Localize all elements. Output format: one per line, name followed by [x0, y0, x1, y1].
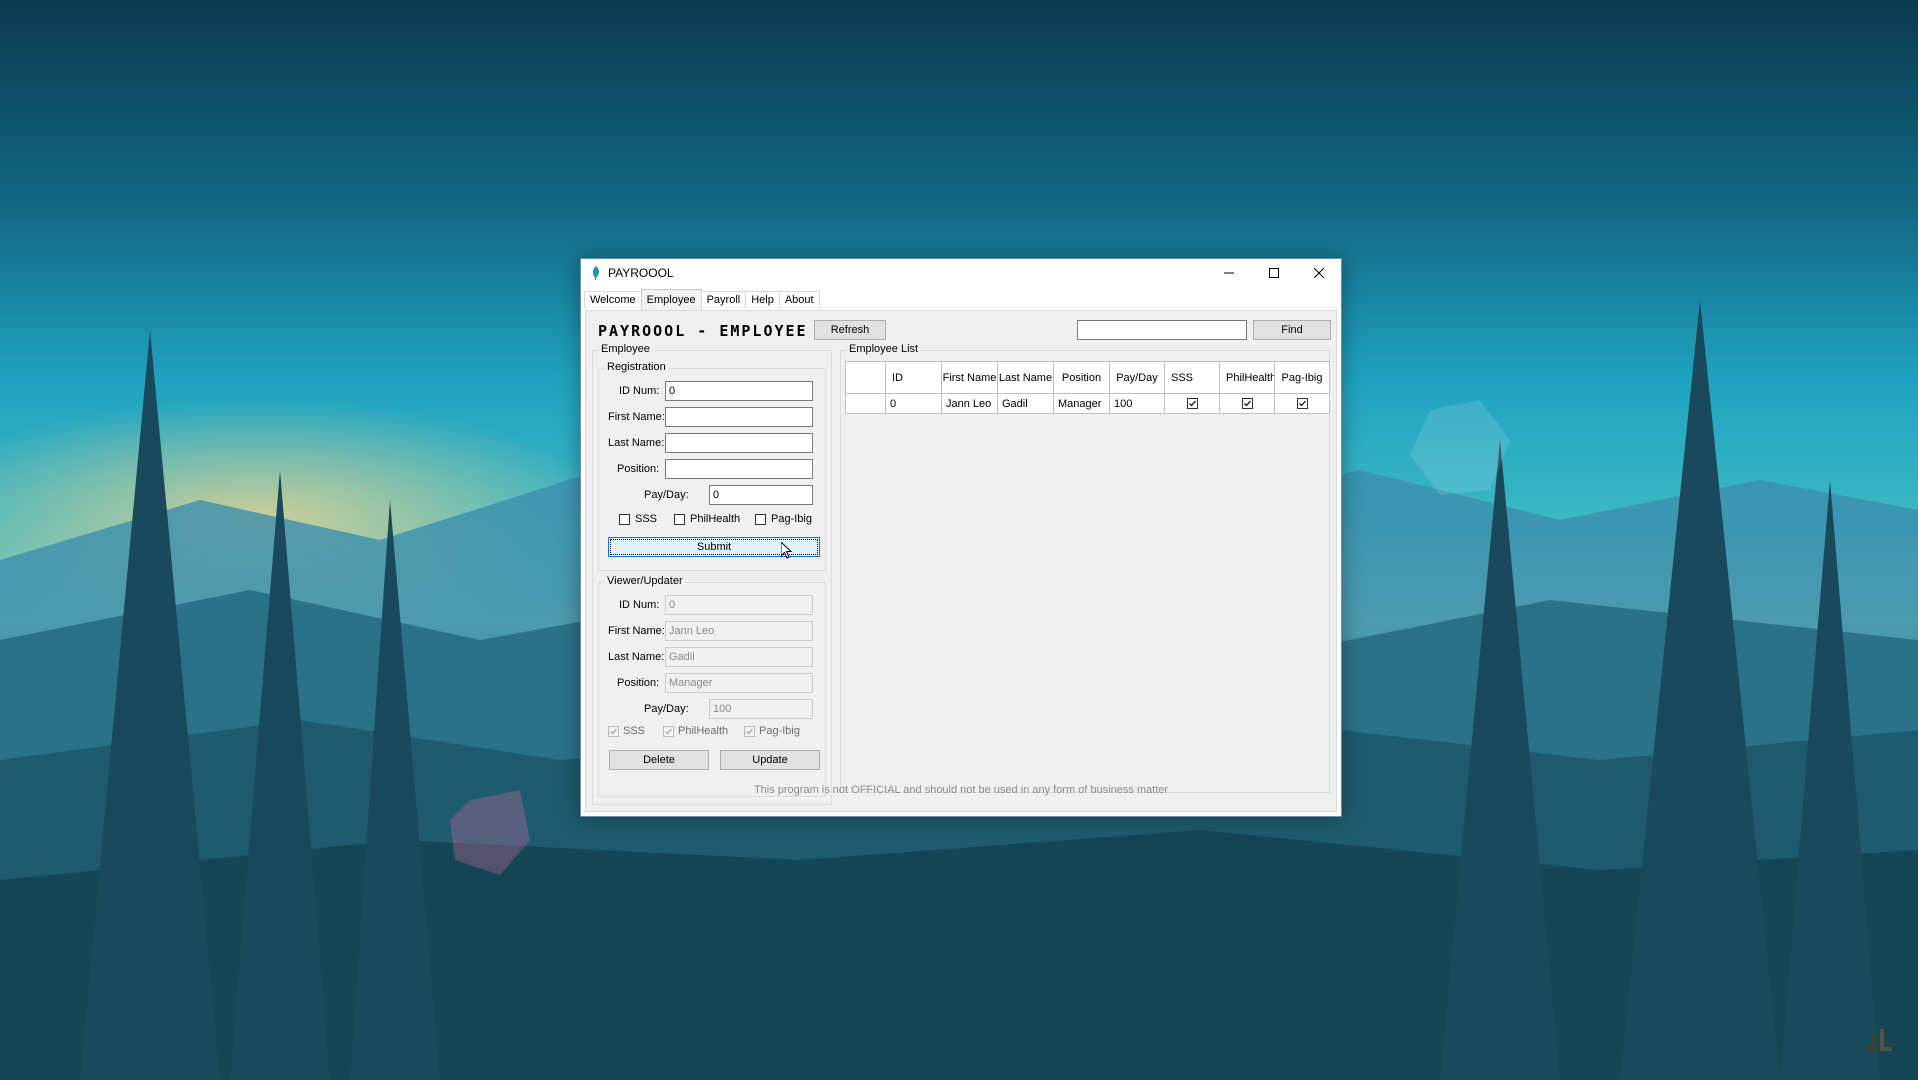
view-last-input	[665, 647, 813, 667]
cell-first-name[interactable]: Jann Leo	[942, 394, 998, 414]
viewer-legend: Viewer/Updater	[605, 575, 685, 587]
reg-pagibig-label: Pag-Ibig	[771, 513, 812, 525]
check-icon	[1243, 400, 1251, 407]
employee-tab-content: PAYROOOL - EMPLOYEE Refresh Find Employe…	[585, 310, 1337, 812]
check-icon	[1188, 400, 1196, 407]
tab-welcome[interactable]: Welcome	[584, 291, 642, 309]
reg-pay-input[interactable]	[709, 485, 813, 505]
cell-pagibig[interactable]	[1275, 394, 1330, 414]
search-input[interactable]	[1077, 320, 1247, 340]
close-button[interactable]	[1296, 259, 1341, 287]
grid-header-pagibig[interactable]: Pag-Ibig	[1275, 362, 1330, 394]
check-icon	[665, 728, 672, 735]
page-title: PAYROOOL - EMPLOYEE	[598, 322, 808, 340]
footer-disclaimer: This program is not OFFICIAL and should …	[753, 784, 1169, 796]
view-pay-input	[709, 699, 813, 719]
reg-last-label: Last Name:	[608, 437, 665, 449]
cell-position[interactable]: Manager	[1054, 394, 1110, 414]
app-feather-icon	[592, 266, 599, 280]
check-icon	[610, 728, 617, 735]
view-sss-label: SSS	[623, 725, 646, 737]
payroll-window: PAYROOOL Welcome Employee Payroll Help A…	[580, 258, 1342, 817]
tab-payroll[interactable]: Payroll	[700, 291, 747, 309]
tab-about[interactable]: About	[778, 291, 820, 309]
view-pay-label: Pay/Day:	[644, 703, 689, 715]
view-pagibig-checkbox	[744, 726, 755, 737]
cell-philhealth[interactable]	[1220, 394, 1275, 414]
update-button[interactable]: Update	[720, 750, 820, 770]
grid-header-id[interactable]: ID	[886, 362, 942, 394]
window-controls	[1206, 259, 1341, 287]
reg-first-input[interactable]	[665, 407, 813, 427]
delete-button[interactable]: Delete	[609, 750, 709, 770]
refresh-button[interactable]: Refresh	[814, 320, 886, 340]
close-icon	[1313, 268, 1324, 278]
grid-header-last-name[interactable]: Last Name	[998, 362, 1054, 394]
maximize-icon	[1268, 268, 1279, 278]
reg-last-input[interactable]	[665, 433, 813, 453]
registration-group: Registration ID Num: First Name: Last Na…	[598, 361, 826, 571]
employee-list-legend: Employee List	[847, 343, 921, 355]
mouse-cursor-icon	[781, 542, 793, 559]
grid-header-first-name[interactable]: First Name	[942, 362, 998, 394]
view-last-label: Last Name:	[608, 651, 665, 663]
cell-id[interactable]: 0	[886, 394, 942, 414]
minimize-icon	[1223, 272, 1234, 274]
view-philhealth-checkbox	[663, 726, 674, 737]
viewer-updater-group: Viewer/Updater ID Num: First Name: Last …	[598, 575, 826, 797]
corner-watermark-icon	[1866, 1029, 1892, 1051]
view-first-label: First Name:	[608, 625, 665, 637]
view-id-label: ID Num:	[619, 599, 660, 611]
reg-id-input[interactable]	[665, 381, 813, 401]
cell-philhealth-checkbox[interactable]	[1241, 398, 1253, 409]
employee-group-legend: Employee	[599, 343, 652, 355]
table-row[interactable]: 0 Jann Leo Gadil Manager 100	[845, 394, 1330, 414]
employee-list-group: Employee List ID First Name Last Name Po…	[840, 343, 1330, 793]
registration-legend: Registration	[605, 361, 668, 373]
cell-sss[interactable]	[1165, 394, 1220, 414]
title-bar[interactable]: PAYROOOL	[581, 259, 1341, 287]
cell-sss-checkbox[interactable]	[1186, 398, 1198, 409]
reg-position-input[interactable]	[665, 459, 813, 479]
view-position-label: Position:	[617, 677, 660, 689]
reg-position-label: Position:	[617, 463, 660, 475]
reg-pagibig-checkbox[interactable]	[755, 514, 766, 525]
reg-philhealth-label: PhilHealth	[690, 513, 741, 525]
row-selector[interactable]	[846, 394, 886, 414]
reg-pay-label: Pay/Day:	[644, 489, 689, 501]
grid-header-philhealth[interactable]: PhilHealth	[1220, 362, 1275, 394]
tab-bar: Welcome Employee Payroll Help About	[584, 289, 820, 310]
grid-header-position[interactable]: Position	[1054, 362, 1110, 394]
find-button[interactable]: Find	[1253, 320, 1331, 340]
employee-grid[interactable]: ID First Name Last Name Position Pay/Day…	[845, 361, 1330, 791]
view-first-input	[665, 621, 813, 641]
reg-sss-label: SSS	[635, 513, 658, 525]
grid-header-pay[interactable]: Pay/Day	[1110, 362, 1165, 394]
check-icon	[1298, 400, 1306, 407]
cell-pay[interactable]: 100	[1110, 394, 1165, 414]
cell-pagibig-checkbox[interactable]	[1296, 398, 1308, 409]
check-icon	[746, 728, 753, 735]
view-pagibig-label: Pag-Ibig	[759, 725, 800, 737]
reg-first-label: First Name:	[608, 411, 665, 423]
employee-group: Employee Registration ID Num: First Name…	[592, 343, 832, 805]
view-sss-checkbox	[608, 726, 619, 737]
grid-header-sss[interactable]: SSS	[1165, 362, 1220, 394]
maximize-button[interactable]	[1251, 259, 1296, 287]
view-position-input	[665, 673, 813, 693]
tab-employee[interactable]: Employee	[640, 289, 702, 310]
grid-header-selector[interactable]	[846, 362, 886, 394]
tab-help[interactable]: Help	[745, 291, 780, 309]
minimize-button[interactable]	[1206, 259, 1251, 287]
window-title: PAYROOOL	[608, 266, 674, 280]
reg-id-label: ID Num:	[619, 385, 660, 397]
reg-philhealth-checkbox[interactable]	[674, 514, 685, 525]
view-id-input	[665, 595, 813, 615]
grid-header-row: ID First Name Last Name Position Pay/Day…	[845, 361, 1330, 394]
cell-last-name[interactable]: Gadil	[998, 394, 1054, 414]
view-philhealth-label: PhilHealth	[678, 725, 729, 737]
reg-sss-checkbox[interactable]	[619, 514, 630, 525]
